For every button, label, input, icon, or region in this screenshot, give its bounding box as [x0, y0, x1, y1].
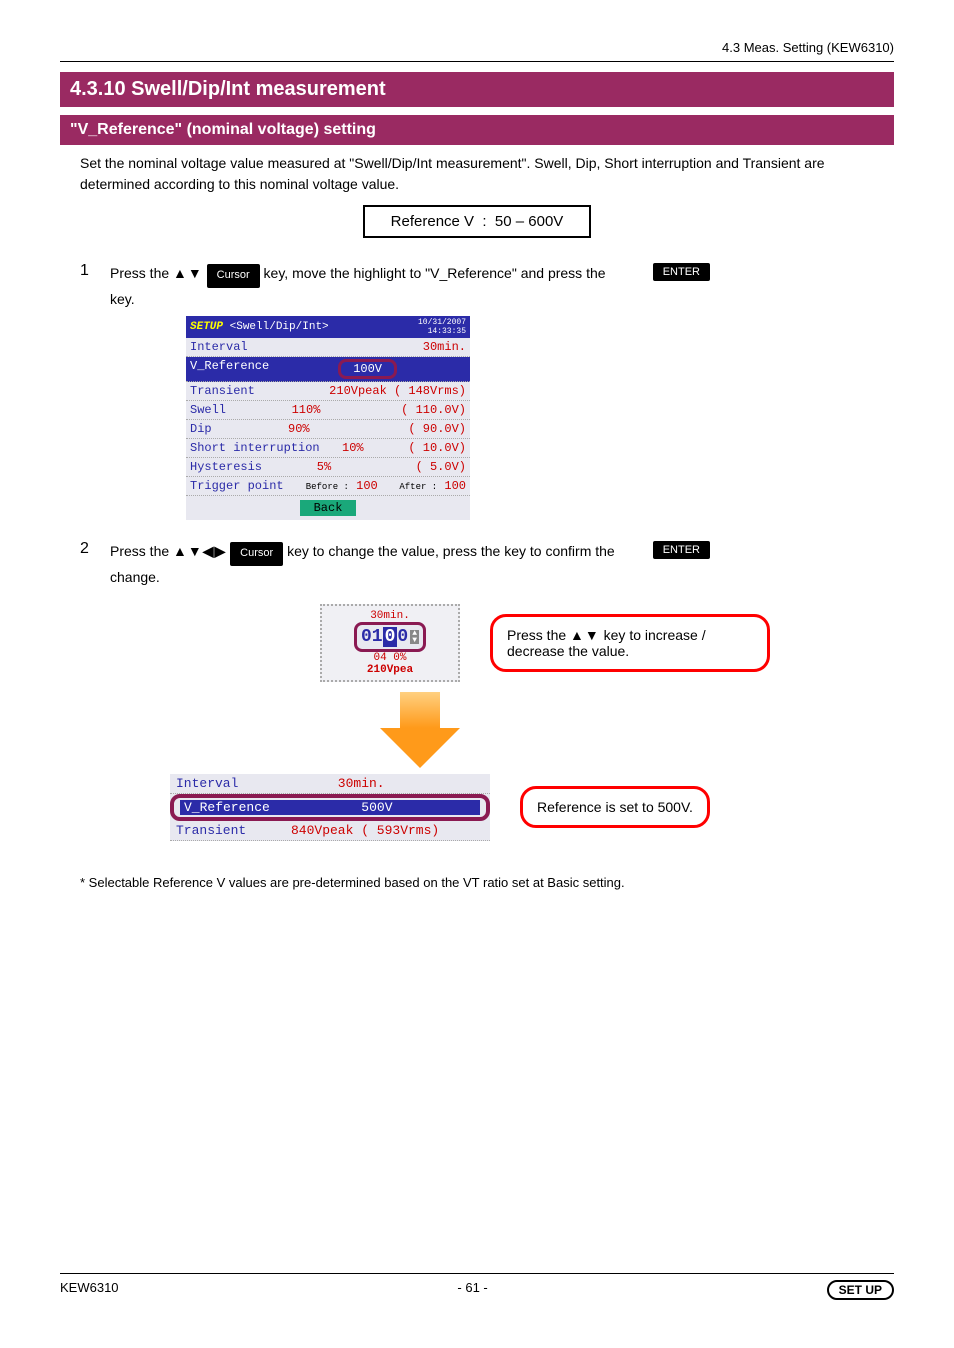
val-hyst-pct: 5%: [317, 460, 331, 474]
step-1-text-a: Press the: [110, 265, 173, 281]
label-trigger: Trigger point: [190, 479, 284, 493]
step-2-text-a: Press the: [110, 543, 173, 559]
row-transient[interactable]: Transient 210Vpeak ( 148Vrms): [186, 382, 470, 401]
label-hysteresis: Hysteresis: [190, 460, 262, 474]
spinner-icon[interactable]: ▲▼: [410, 630, 419, 644]
row-swell[interactable]: Swell 110% ( 110.0V): [186, 401, 470, 420]
val-dip-pct: 90%: [288, 422, 310, 436]
device-screenshot-2: Interval 30min. V_Reference 500V Transie…: [170, 774, 490, 841]
subsection-heading: "V_Reference" (nominal voltage) setting: [60, 115, 894, 145]
section-heading: 4.3.10 Swell/Dip/Int measurement: [60, 72, 894, 107]
val-hyst-paren: ( 5.0V): [386, 460, 466, 474]
cursor-keycap-2: Cursor: [230, 542, 283, 566]
val-interval: 30min.: [423, 340, 466, 354]
cursor-keycap: Cursor: [207, 264, 260, 288]
device-header: SETUP <Swell/Dip/Int> 10/31/2007 14:33:3…: [186, 316, 470, 338]
intro-paragraph: Set the nominal voltage value measured a…: [80, 153, 874, 195]
device-screenshot-1: SETUP <Swell/Dip/Int> 10/31/2007 14:33:3…: [186, 316, 470, 520]
label-swell: Swell: [190, 403, 226, 417]
step-1: 1 Press the ▲▼ Cursor key, move the high…: [80, 262, 894, 310]
enter-keycap-2: ENTER: [653, 541, 710, 559]
label-shortint: Short interruption: [190, 441, 320, 455]
label2-vreference: V_Reference: [180, 800, 274, 815]
editor-topline: 30min.: [330, 610, 450, 622]
trigger-after-label: After :: [399, 482, 437, 492]
range-box: Reference V : 50 – 600V: [363, 205, 592, 238]
footer-page: - 61 -: [457, 1280, 487, 1300]
val-vreference: 100V: [338, 359, 397, 379]
row-interval[interactable]: Interval 30min.: [186, 338, 470, 357]
val-shortint-pct: 10%: [342, 441, 364, 455]
row2-transient[interactable]: Transient 840Vpeak ( 593Vrms): [170, 821, 490, 841]
row-shortint[interactable]: Short interruption 10% ( 10.0V): [186, 439, 470, 458]
val-dip-paren: ( 90.0V): [386, 422, 466, 436]
step-1-number: 1: [80, 262, 104, 280]
callout-result: Reference is set to 500V.: [520, 786, 710, 828]
label2-transient: Transient: [176, 823, 246, 838]
digit-editor[interactable]: 0100 ▲▼: [354, 622, 426, 652]
label-dip: Dip: [190, 422, 212, 436]
row-hysteresis[interactable]: Hysteresis 5% ( 5.0V): [186, 458, 470, 477]
trigger-before-val: 100: [356, 479, 378, 493]
callout-arrows-icon: ▲▼: [570, 627, 600, 643]
setup-pill-icon: SET UP: [827, 1280, 894, 1300]
step-2-text-b: key to change the value, press the: [287, 543, 504, 559]
footer-left: KEW6310: [60, 1280, 119, 1300]
result-row: Interval 30min. V_Reference 500V Transie…: [60, 768, 894, 847]
editor-closeup-row: 30min. 0100 ▲▼ 04 0% 210Vpea Press the ▲…: [320, 604, 894, 682]
callout-updown: Press the ▲▼ key to increase / decrease …: [490, 614, 770, 672]
label-transient: Transient: [190, 384, 255, 398]
val2-transient: 840Vpeak ( 593Vrms): [246, 823, 484, 838]
step-2-number: 2: [80, 540, 104, 558]
trigger-after-val: 100: [444, 479, 466, 493]
val-swell-pct: 110%: [292, 403, 321, 417]
digits-left: 01: [361, 627, 383, 647]
footnote: * Selectable Reference V values are pre-…: [80, 875, 894, 890]
editor-closeup: 30min. 0100 ▲▼ 04 0% 210Vpea: [320, 604, 460, 682]
val2-vreference: 500V: [274, 800, 480, 815]
callout1-a: Press the: [507, 627, 570, 643]
row-dip[interactable]: Dip 90% ( 90.0V): [186, 420, 470, 439]
label-vreference: V_Reference: [190, 359, 269, 379]
val-swell-paren: ( 110.0V): [386, 403, 466, 417]
header-rule: [60, 61, 894, 62]
setup-title-rest: <Swell/Dip/Int>: [230, 321, 329, 333]
enter-keycap: ENTER: [653, 263, 710, 281]
val-transient: 210Vpeak ( 148Vrms): [329, 384, 466, 398]
label-interval: Interval: [190, 340, 248, 354]
editor-sub1: 04 0%: [330, 652, 450, 664]
step-1-text-b: key, move the highlight to "V_Reference"…: [264, 265, 606, 281]
back-button-row: Back: [186, 496, 470, 520]
big-down-arrow-icon: [60, 692, 894, 768]
editor-sub2: 210Vpea: [330, 664, 450, 676]
page-header: 4.3 Meas. Setting (KEW6310): [60, 40, 894, 55]
device-time: 14:33:35: [428, 327, 466, 336]
row2-vreference-selected[interactable]: V_Reference 500V: [170, 794, 490, 821]
step-2: 2 Press the ▲▼◀▶ Cursor key to change th…: [80, 540, 894, 588]
val2-interval: 30min.: [238, 776, 484, 791]
trigger-before-label: Before :: [306, 482, 349, 492]
page-footer: KEW6310 - 61 - SET UP: [60, 1273, 894, 1300]
back-button[interactable]: Back: [300, 500, 357, 516]
label2-interval: Interval: [176, 776, 238, 791]
setup-title-icon: SETUP: [190, 321, 223, 333]
row2-interval[interactable]: Interval 30min.: [170, 774, 490, 794]
digit-selected[interactable]: 0: [383, 627, 398, 647]
row-trigger[interactable]: Trigger point Before : 100 After : 100: [186, 477, 470, 496]
device-date: 10/31/2007: [418, 318, 466, 327]
all-arrows-icon: ▲▼◀▶: [173, 543, 226, 559]
digits-right: 0: [397, 627, 408, 647]
step-1-text-tail: key.: [110, 291, 135, 307]
range-value: 50 – 600V: [495, 213, 563, 230]
range-label: Reference V: [391, 213, 474, 230]
val-shortint-paren: ( 10.0V): [386, 441, 466, 455]
updown-arrow-icon: ▲▼: [173, 265, 203, 281]
row-vreference-highlighted[interactable]: V_Reference 100V: [186, 357, 470, 382]
